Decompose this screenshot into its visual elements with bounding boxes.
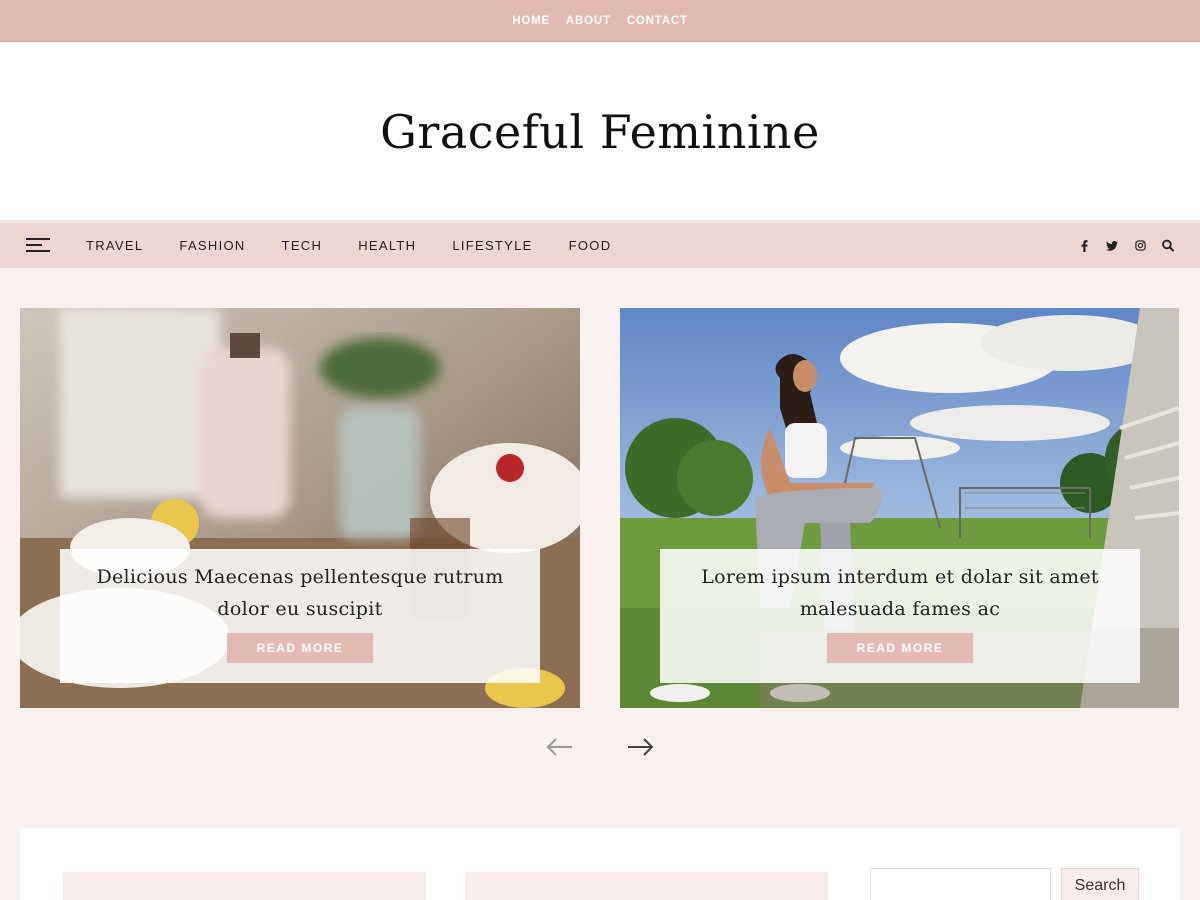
menu-item-fashion[interactable]: FASHION: [179, 238, 245, 253]
hamburger-menu-icon[interactable]: [26, 236, 50, 254]
top-menu-home[interactable]: HOME: [512, 15, 550, 27]
top-navigation: HOME ABOUT CONTACT: [0, 0, 1200, 42]
menu-item-health[interactable]: HEALTH: [358, 238, 416, 253]
facebook-icon[interactable]: [1078, 239, 1090, 252]
slide-caption: Delicious Maecenas pellentesque rutrum d…: [60, 549, 540, 683]
post-card[interactable]: [465, 872, 828, 900]
menu-item-tech[interactable]: TECH: [282, 238, 323, 253]
site-header: Graceful Feminine: [0, 42, 1200, 220]
featured-slide[interactable]: Delicious Maecenas pellentesque rutrum d…: [20, 308, 580, 708]
instagram-icon[interactable]: [1134, 240, 1146, 252]
sidebar-search-button[interactable]: Search: [1061, 868, 1139, 900]
slide-title[interactable]: Delicious Maecenas pellentesque rutrum d…: [60, 561, 540, 625]
category-menu: TRAVEL FASHION TECH HEALTH LIFESTYLE FOO…: [86, 223, 647, 268]
featured-slide[interactable]: Lorem ipsum interdum et dolar sit amet m…: [620, 308, 1179, 708]
slide-title[interactable]: Lorem ipsum interdum et dolar sit amet m…: [660, 561, 1140, 625]
menu-item-lifestyle[interactable]: LIFESTYLE: [452, 238, 532, 253]
menu-item-food[interactable]: FOOD: [569, 238, 612, 253]
post-card[interactable]: [63, 872, 426, 900]
next-arrow-icon[interactable]: [626, 734, 654, 760]
search-icon[interactable]: [1162, 239, 1174, 252]
menu-item-travel[interactable]: TRAVEL: [86, 238, 143, 253]
site-title[interactable]: Graceful Feminine: [380, 105, 820, 159]
read-more-button[interactable]: READ MORE: [227, 633, 373, 663]
twitter-icon[interactable]: [1106, 240, 1118, 252]
sidebar-search-input[interactable]: [870, 868, 1051, 900]
top-menu-contact[interactable]: CONTACT: [627, 15, 688, 27]
prev-arrow-icon[interactable]: [546, 734, 574, 760]
social-links: [1078, 223, 1174, 268]
main-navigation: TRAVEL FASHION TECH HEALTH LIFESTYLE FOO…: [0, 220, 1200, 268]
slide-caption: Lorem ipsum interdum et dolar sit amet m…: [660, 549, 1140, 683]
content-area: Search: [20, 828, 1180, 900]
read-more-button[interactable]: READ MORE: [827, 633, 973, 663]
top-menu-about[interactable]: ABOUT: [566, 15, 611, 27]
slider-navigation: [546, 734, 656, 760]
